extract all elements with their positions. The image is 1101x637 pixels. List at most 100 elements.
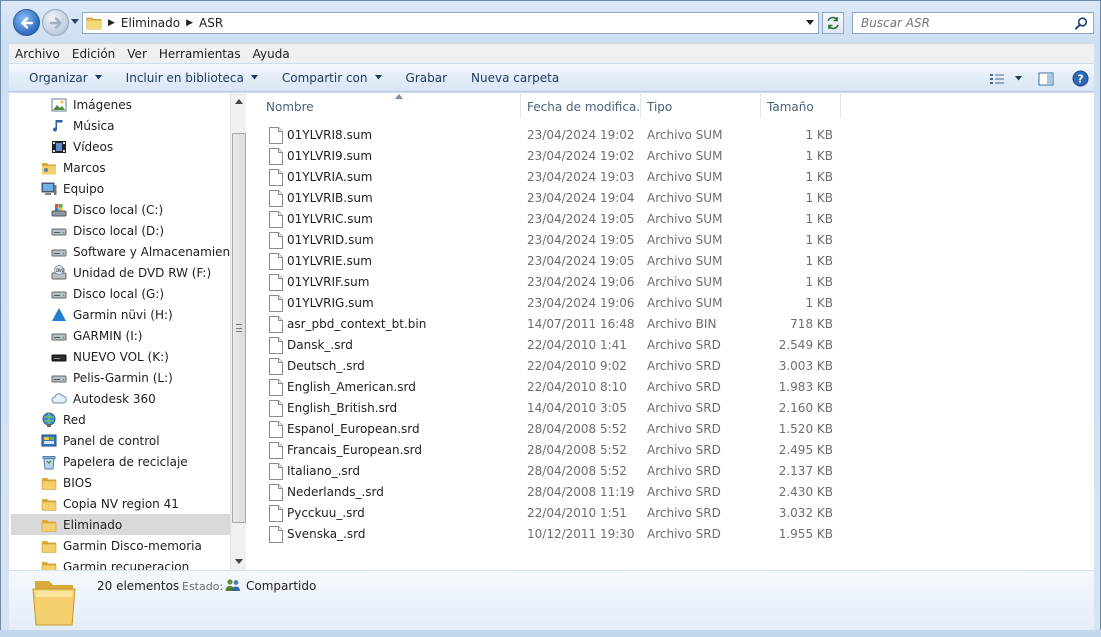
file-date: 22/04/2010 1:41	[527, 338, 627, 352]
file-row[interactable]: 01YLVRIC.sum 23/04/2024 19:05 Archivo SUM 1…	[250, 209, 1094, 230]
include-in-library-button[interactable]: Incluir en biblioteca	[118, 71, 266, 85]
organize-button[interactable]: Organizar	[21, 71, 110, 85]
file-row[interactable]: 01YLVRIF.sum 23/04/2024 19:06 Archivo SUM 1…	[250, 272, 1094, 293]
new-folder-button[interactable]: Nueva carpeta	[463, 71, 567, 85]
nav-item-disco-local-c[interactable]: Disco local (C:)	[51, 199, 246, 220]
help-icon[interactable]: ?	[1072, 70, 1089, 87]
nav-item-vídeos[interactable]: Vídeos	[51, 136, 246, 157]
search-box[interactable]	[852, 12, 1094, 34]
nav-item-panel-de-control[interactable]: Panel de control	[41, 430, 246, 451]
file-icon	[269, 274, 283, 291]
breadcrumb-separator-icon[interactable]: ▶	[186, 18, 193, 28]
nav-item-garmin-nüvi-h[interactable]: Garmin nüvi (H:)	[51, 304, 246, 325]
file-name: 01YLVRID.sum	[287, 233, 374, 247]
file-row[interactable]: Francais_European.srd 28/04/2008 5:52 Arch…	[250, 440, 1094, 461]
view-dropdown-icon[interactable]	[1015, 76, 1022, 81]
file-row[interactable]: Svenska_.srd 10/12/2011 19:30 Archivo SRD 1…	[250, 524, 1094, 545]
file-row[interactable]: 01YLVRIA.sum 23/04/2024 19:03 Archivo SUM 1…	[250, 167, 1094, 188]
nav-item-eliminado[interactable]: Eliminado	[11, 514, 230, 535]
file-date: 28/04/2008 11:19	[527, 485, 635, 499]
scrollbar-thumb[interactable]	[232, 133, 246, 523]
sort-ascending-icon	[395, 94, 403, 99]
back-button[interactable]	[13, 9, 40, 36]
file-date: 10/12/2011 19:30	[527, 527, 635, 541]
view-options-icon[interactable]	[989, 72, 1005, 86]
file-row[interactable]: 01YLVRIE.sum 23/04/2024 19:05 Archivo SUM 1…	[250, 251, 1094, 272]
file-row[interactable]: Pycckuu_.srd 22/04/2010 1:51 Archivo SRD 3.…	[250, 503, 1094, 524]
file-row[interactable]: Nederlands_.srd 28/04/2008 11:19 Archivo S…	[250, 482, 1094, 503]
refresh-button[interactable]	[822, 12, 844, 34]
nav-item-equipo[interactable]: Equipo	[41, 178, 246, 199]
nav-item-garmin-disco-memoria[interactable]: Garmin Disco-memoria	[41, 535, 246, 556]
nav-item-marcos[interactable]: Marcos	[41, 157, 246, 178]
address-dropdown-icon[interactable]	[806, 20, 814, 26]
nav-item-autodesk-360[interactable]: Autodesk 360	[51, 388, 246, 409]
nav-item-copia-nv-region-41[interactable]: Copia NV region 41	[41, 493, 246, 514]
nav-item-unidad-de-dvd-rw-f[interactable]: DVD Unidad de DVD RW (F:)	[51, 262, 246, 283]
menu-edicion[interactable]: Edición	[66, 47, 121, 61]
menu-archivo[interactable]: Archivo	[9, 47, 66, 61]
address-bar[interactable]: ▶ Eliminado ▶ ASR	[82, 12, 819, 34]
column-header-type[interactable]: Tipo	[641, 93, 761, 118]
nav-item-disco-local-g[interactable]: Disco local (G:)	[51, 283, 246, 304]
file-row[interactable]: English_American.srd 22/04/2010 8:10 Archi…	[250, 377, 1094, 398]
file-row[interactable]: Deutsch_.srd 22/04/2010 9:02 Archivo SRD 3.…	[250, 356, 1094, 377]
file-date: 28/04/2008 5:52	[527, 422, 627, 436]
navigation-scrollbar[interactable]	[230, 93, 246, 570]
file-row[interactable]: Espanol_European.srd 28/04/2008 5:52 Archi…	[250, 419, 1094, 440]
control-panel-icon	[41, 434, 57, 446]
nav-item-garmin-i[interactable]: GARMIN (I:)	[51, 325, 246, 346]
forward-button[interactable]	[42, 9, 69, 36]
share-with-button[interactable]: Compartir con	[274, 71, 390, 85]
search-input[interactable]	[861, 16, 1071, 30]
nav-item-bios[interactable]: BIOS	[41, 472, 246, 493]
column-header-date[interactable]: Fecha de modifica...	[521, 93, 641, 118]
column-header-name[interactable]: Nombre	[260, 93, 521, 118]
nav-item-pelis-garmin-l[interactable]: Pelis-Garmin (L:)	[51, 367, 246, 388]
file-name: Nederlands_.srd	[287, 485, 384, 499]
column-header-size[interactable]: Tamaño	[761, 93, 841, 118]
file-name: English_American.srd	[287, 380, 416, 394]
nav-item-nuevo-vol-k[interactable]: NUEVO VOL (K:)	[51, 346, 246, 367]
drive-icon	[51, 375, 67, 382]
file-size: 1 KB	[805, 212, 833, 226]
scroll-up-icon[interactable]	[235, 99, 243, 104]
nav-item-música[interactable]: Música	[51, 115, 246, 136]
nav-item-papelera-de-reciclaje[interactable]: Papelera de reciclaje	[41, 451, 246, 472]
nav-item-garmin-recuperacion[interactable]: Garmin recuperacion	[41, 556, 246, 570]
breadcrumb-asr[interactable]: ASR	[199, 16, 223, 30]
search-icon[interactable]	[1075, 17, 1088, 30]
file-row[interactable]: 01YLVRID.sum 23/04/2024 19:05 Archivo SUM 1…	[250, 230, 1094, 251]
file-row[interactable]: English_British.srd 14/04/2010 3:05 Archiv…	[250, 398, 1094, 419]
file-row[interactable]: asr_pbd_context_bt.bin 14/07/2011 16:48 Ar…	[250, 314, 1094, 335]
nav-item-software-y-almacenamiento[interactable]: Software y Almacenamiento (	[51, 241, 246, 262]
details-pane: 20 elementos Estado: Compartido	[9, 571, 1094, 631]
recent-pages-chevron-icon[interactable]	[71, 19, 79, 25]
file-row[interactable]: 01YLVRI9.sum 23/04/2024 19:02 Archivo SUM 1…	[250, 146, 1094, 167]
nav-item-imágenes[interactable]: Imágenes	[51, 94, 246, 115]
file-icon	[269, 337, 283, 354]
breadcrumb-eliminado[interactable]: Eliminado	[121, 16, 180, 30]
file-size: 2.137 KB	[778, 464, 833, 478]
folder-icon	[41, 519, 57, 532]
file-icon	[269, 211, 283, 228]
file-type: Archivo SUM	[647, 254, 723, 268]
nav-item-red[interactable]: Red	[41, 409, 246, 430]
column-header-name-label: Nombre	[266, 100, 314, 114]
preview-pane-icon[interactable]	[1038, 72, 1054, 86]
file-row[interactable]: Italiano_.srd 28/04/2008 5:52 Archivo SRD 2…	[250, 461, 1094, 482]
dvd-drive-icon: DVD	[51, 264, 67, 279]
menu-ver[interactable]: Ver	[121, 47, 153, 61]
file-type: Archivo SUM	[647, 233, 723, 247]
file-row[interactable]: 01YLVRI8.sum 23/04/2024 19:02 Archivo SUM 1…	[250, 125, 1094, 146]
column-header-row: Nombre Fecha de modifica... Tipo Tamaño	[250, 93, 1094, 118]
scroll-down-icon[interactable]	[235, 559, 243, 564]
burn-button[interactable]: Grabar	[398, 71, 456, 85]
menu-herramientas[interactable]: Herramientas	[153, 47, 247, 61]
nav-item-disco-local-d[interactable]: Disco local (D:)	[51, 220, 246, 241]
menu-ayuda[interactable]: Ayuda	[247, 47, 296, 61]
file-row[interactable]: 01YLVRIG.sum 23/04/2024 19:06 Archivo SUM 1…	[250, 293, 1094, 314]
file-row[interactable]: Dansk_.srd 22/04/2010 1:41 Archivo SRD 2.54…	[250, 335, 1094, 356]
breadcrumb-separator-icon[interactable]: ▶	[108, 18, 115, 28]
file-row[interactable]: 01YLVRIB.sum 23/04/2024 19:04 Archivo SUM 1…	[250, 188, 1094, 209]
